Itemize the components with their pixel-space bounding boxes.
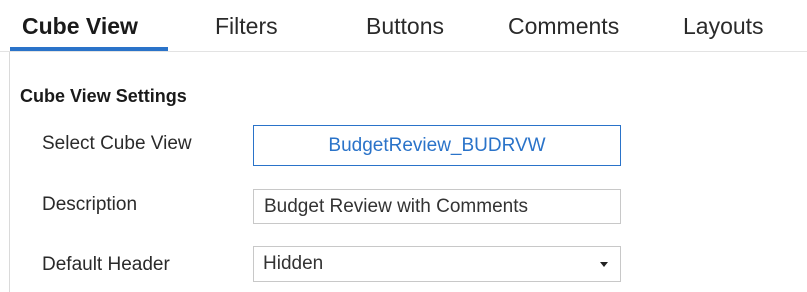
active-tab-indicator (10, 47, 168, 51)
panel-divider (9, 52, 10, 292)
select-cube-view-field[interactable] (253, 125, 621, 166)
tab-filters[interactable]: Filters (215, 0, 278, 52)
default-header-dropdown[interactable]: Hidden (253, 246, 621, 282)
tab-bar: Cube View Filters Buttons Comments Layou… (0, 0, 807, 52)
section-title: Cube View Settings (20, 86, 187, 106)
description-label: Description (42, 194, 138, 215)
caret-down-icon (600, 262, 608, 267)
default-header-label: Default Header (42, 254, 170, 275)
tab-buttons[interactable]: Buttons (366, 0, 444, 52)
select-cube-view-label: Select Cube View (42, 133, 192, 154)
tab-cube-view[interactable]: Cube View (22, 0, 138, 52)
default-header-value: Hidden (263, 253, 324, 274)
description-field[interactable] (253, 189, 621, 224)
tab-comments[interactable]: Comments (508, 0, 619, 52)
tab-layouts[interactable]: Layouts (683, 0, 764, 52)
